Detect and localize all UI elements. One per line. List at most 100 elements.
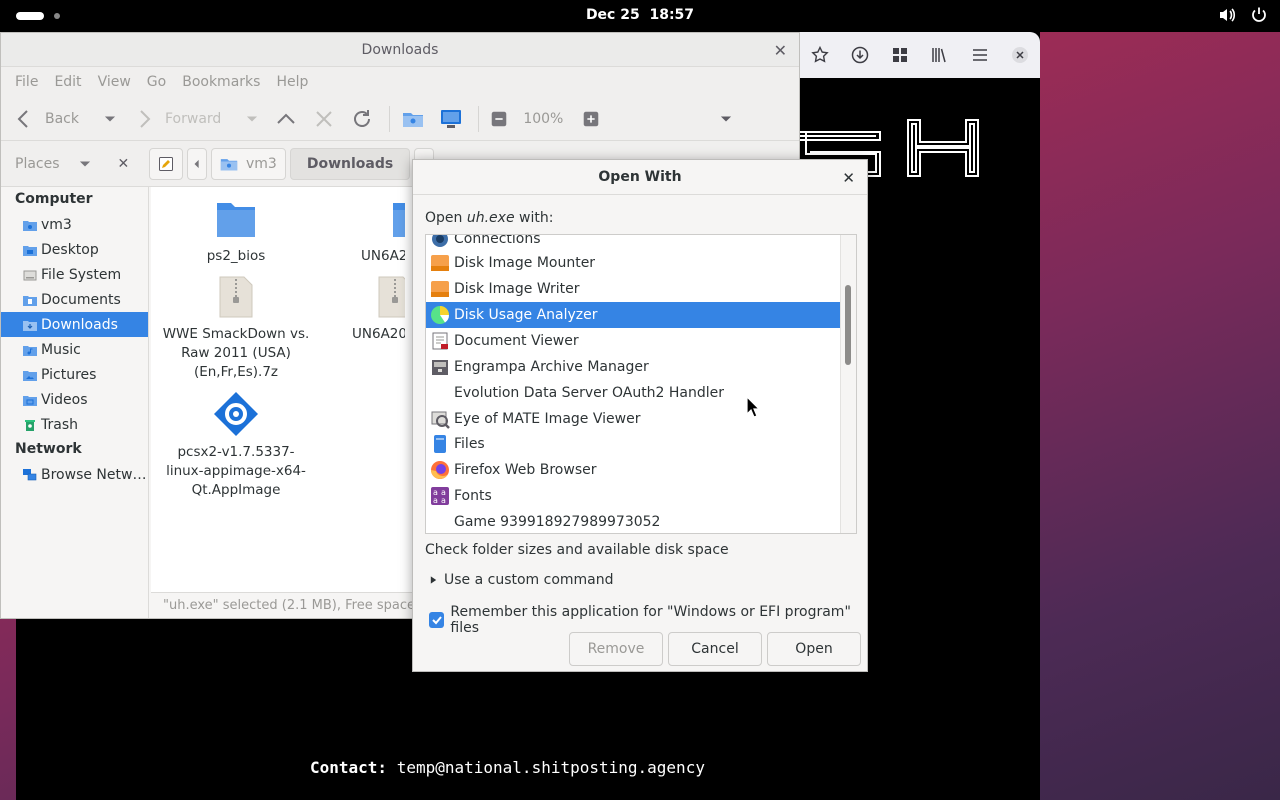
sidebar-item-trash[interactable]: Trash [1, 412, 148, 437]
file-name: uh.exe [466, 210, 515, 226]
computer-button[interactable] [440, 108, 462, 130]
app-row-fonts[interactable]: aaaa Fonts [426, 483, 840, 509]
reload-button[interactable] [351, 108, 373, 130]
chevron-down-icon[interactable] [245, 112, 259, 126]
places-selector[interactable]: Places ✕ [1, 156, 149, 172]
sidebar-header-computer: Computer [15, 191, 93, 207]
sidebar-item-label: Pictures [41, 366, 97, 383]
path-segment-vm3[interactable]: vm3 [211, 147, 286, 180]
forward-button[interactable]: Forward [133, 108, 259, 130]
sidebar-item-vm3[interactable]: vm3 [1, 212, 148, 237]
path-segment-downloads[interactable]: Downloads [289, 147, 411, 180]
file-item-archive[interactable]: UN6A20 [335, 275, 405, 344]
menu-bookmarks[interactable]: Bookmarks [174, 74, 268, 90]
app-row-eye-of-mate[interactable]: Eye of MATE Image Viewer [426, 406, 840, 432]
zip-archive-icon [378, 276, 405, 318]
menu-file[interactable]: File [7, 74, 46, 90]
checkmark-icon [431, 616, 442, 625]
reload-icon [354, 109, 371, 127]
file-manager-titlebar[interactable]: Downloads ✕ [1, 33, 799, 67]
menu-go[interactable]: Go [139, 74, 174, 90]
menu-help[interactable]: Help [268, 74, 316, 90]
volume-icon[interactable] [1218, 6, 1236, 24]
extensions-button[interactable] [880, 32, 920, 78]
app-row-disk-image-writer[interactable]: Disk Image Writer [426, 276, 840, 302]
file-name: UN6A20 [352, 326, 405, 342]
app-row-firefox[interactable]: Firefox Web Browser [426, 457, 840, 483]
custom-command-expander[interactable]: Use a custom command [429, 572, 614, 588]
sidebar-item-pictures[interactable]: Pictures [1, 362, 148, 387]
downloads-folder-icon [23, 320, 37, 331]
close-icon[interactable]: ✕ [774, 41, 787, 60]
sidebar-item-documents[interactable]: Documents [1, 287, 148, 312]
no-icon [430, 512, 450, 532]
desktop-folder-icon [23, 245, 37, 256]
path-segment-label: vm3 [246, 155, 277, 172]
app-name: Game 939918927989973052 [454, 514, 661, 530]
app-row-disk-image-mounter[interactable]: Disk Image Mounter [426, 250, 840, 276]
edit-location-button[interactable] [149, 147, 183, 180]
download-icon [851, 46, 869, 64]
cancel-button[interactable]: Cancel [668, 632, 762, 666]
contact-email[interactable]: temp@national.shitposting.agency [397, 758, 705, 777]
back-button[interactable]: Back [13, 108, 117, 130]
clock[interactable]: Dec 25 18:57 [586, 7, 694, 23]
documents-folder-icon [23, 295, 37, 306]
arrow-left-icon [17, 109, 28, 128]
expander-label: Use a custom command [444, 572, 614, 588]
application-list[interactable]: Connections Disk Image Mounter Disk Imag… [425, 234, 857, 534]
dialog-titlebar[interactable]: Open With ✕ [413, 160, 867, 195]
up-button[interactable] [275, 108, 297, 130]
file-item-archive[interactable]: WWE SmackDown vs. Raw 2011 (USA) (En,Fr,… [161, 275, 311, 382]
path-scroll-left[interactable] [187, 147, 207, 180]
no-icon [430, 383, 450, 403]
open-with-dialog[interactable]: Open With ✕ Open uh.exe with: Connection… [412, 159, 868, 672]
power-icon[interactable] [1250, 6, 1268, 24]
document-viewer-icon [430, 331, 450, 351]
zoom-in-button[interactable] [583, 111, 599, 127]
home-button[interactable] [402, 108, 424, 130]
app-row-engrampa[interactable]: Engrampa Archive Manager [426, 354, 840, 380]
app-row-files[interactable]: Files [426, 431, 840, 457]
remove-button[interactable]: Remove [569, 632, 663, 666]
sidebar-item-browse-network[interactable]: Browse Netw… [1, 462, 148, 487]
app-name: Disk Usage Analyzer [454, 307, 598, 323]
sidebar-item-label: vm3 [41, 216, 72, 233]
file-item-appimage[interactable]: pcsx2-v1.7.5337-linux-appimage-x64-Qt.Ap… [161, 391, 311, 500]
sidebar-item-downloads[interactable]: Downloads [1, 312, 148, 337]
open-button[interactable]: Open [767, 632, 861, 666]
sidebar-item-videos[interactable]: Videos [1, 387, 148, 412]
zoom-out-button[interactable] [491, 111, 507, 127]
sidebar-item-desktop[interactable]: Desktop [1, 237, 148, 262]
menu-view[interactable]: View [90, 74, 139, 90]
file-item-folder[interactable]: UN6A20 [313, 197, 405, 266]
scrollbar[interactable] [840, 235, 856, 533]
file-item-folder[interactable]: ps2_bios [161, 197, 311, 266]
app-row-disk-usage-analyzer[interactable]: Disk Usage Analyzer [426, 302, 840, 328]
activities-button[interactable] [16, 12, 60, 20]
menu-edit[interactable]: Edit [46, 74, 89, 90]
close-sidebar-icon[interactable]: ✕ [118, 156, 130, 172]
archive-manager-icon [430, 357, 450, 377]
app-name: Files [454, 436, 485, 452]
view-options-button[interactable] [719, 112, 733, 126]
downloads-button[interactable] [840, 32, 880, 78]
browser-close-button[interactable] [1000, 32, 1040, 78]
app-row-evolution-oauth2[interactable]: Evolution Data Server OAuth2 Handler [426, 380, 840, 406]
app-row-document-viewer[interactable]: Document Viewer [426, 328, 840, 354]
stop-button[interactable] [313, 108, 335, 130]
app-row-game[interactable]: Game 939918927989973052 [426, 509, 840, 533]
sidebar-item-label: Videos [41, 391, 88, 408]
sidebar-item-label: Trash [41, 416, 78, 433]
scrollbar-thumb[interactable] [845, 285, 851, 365]
remember-checkbox[interactable] [429, 612, 445, 628]
close-icon[interactable]: ✕ [842, 169, 855, 187]
menu-button[interactable] [960, 32, 1000, 78]
sidebar-item-file-system[interactable]: File System [1, 262, 148, 287]
system-tray[interactable] [1218, 6, 1268, 24]
library-button[interactable] [920, 32, 960, 78]
chevron-down-icon[interactable] [103, 112, 117, 126]
sidebar-item-music[interactable]: Music [1, 337, 148, 362]
bookmark-star-button[interactable] [800, 32, 840, 78]
label-suffix: with: [514, 210, 554, 226]
